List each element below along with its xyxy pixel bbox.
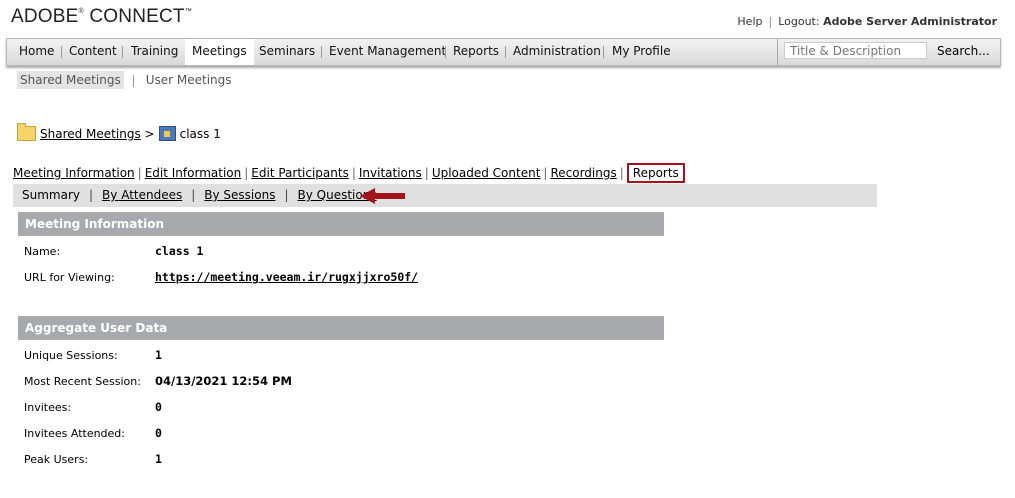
invitees-attended-label: Invitees Attended: (24, 427, 125, 440)
invitees-attended-value: 0 (155, 426, 162, 440)
most-recent-session-value: 04/13/2021 12:54 PM (155, 374, 292, 388)
nav-separator (505, 46, 506, 58)
tab-recordings[interactable]: Recordings (550, 166, 616, 180)
report-tab-summary[interactable]: Summary (22, 188, 80, 202)
nav-training[interactable]: Training (131, 39, 178, 65)
unique-sessions-value: 1 (155, 348, 162, 362)
nav-administration[interactable]: Administration (513, 39, 601, 65)
meetings-subnav: Shared Meetings User Meetings (17, 71, 235, 89)
tab-edit-participants[interactable]: Edit Participants (251, 166, 349, 180)
tab-separator: | (351, 166, 356, 180)
most-recent-session-label: Most Recent Session: (24, 375, 141, 388)
help-link[interactable]: Help (737, 15, 762, 28)
nav-home[interactable]: Home (19, 39, 54, 65)
brand-tm: ™ (184, 8, 192, 15)
tab-separator: | (543, 166, 548, 180)
unique-sessions-label: Unique Sessions: (24, 349, 118, 362)
subnav-user-meetings[interactable]: User Meetings (143, 71, 235, 89)
invitees-label: Invitees: (24, 401, 72, 414)
brand-name: ADOBE (11, 6, 79, 27)
tab-separator: | (137, 166, 142, 180)
tab-meeting-information[interactable]: Meeting Information (13, 166, 135, 180)
report-tab-by-attendees[interactable]: By Attendees (102, 188, 182, 202)
name-label: Name: (24, 245, 61, 258)
nav-content[interactable]: Content (69, 39, 117, 65)
tab-uploaded-content[interactable]: Uploaded Content (432, 166, 541, 180)
report-tabs-bar: Summary | By Attendees | By Sessions | By Ques… (13, 184, 877, 207)
url-link[interactable]: https://meeting.veeam.ir/rugxjjxro50f/ (155, 270, 418, 284)
nav-meetings[interactable]: Meetings (185, 39, 254, 65)
breadcrumb-separator: > (144, 127, 155, 141)
meeting-tabs: Meeting Information | Edit Information | Edi… (13, 163, 685, 183)
brand-product: CONNECT (89, 6, 185, 27)
peak-users-label: Peak Users: (24, 453, 89, 466)
url-label: URL for Viewing: (24, 271, 115, 284)
main-navigation: Home Content Training Meetings Seminars … (6, 38, 1001, 66)
nav-reports[interactable]: Reports (453, 39, 499, 65)
tab-separator: | (244, 166, 249, 180)
search-input[interactable]: Title & Description (784, 42, 927, 59)
current-user: Adobe Server Administrator (823, 15, 997, 28)
nav-my-profile[interactable]: My Profile (612, 39, 671, 65)
nav-divider (777, 39, 778, 65)
meeting-information-header: Meeting Information (18, 212, 664, 236)
folder-icon (17, 123, 36, 141)
tab-reports[interactable]: Reports (626, 163, 685, 183)
search-button[interactable]: Search... (937, 39, 990, 65)
report-tab-separator: | (89, 188, 94, 202)
logout-link[interactable]: Logout: (778, 15, 819, 28)
report-tab-by-sessions[interactable]: By Sessions (204, 188, 275, 202)
breadcrumb-current: class 1 (179, 127, 221, 141)
breadcrumb-shared-meetings[interactable]: Shared Meetings (40, 127, 141, 141)
breadcrumb: Shared Meetings > class 1 (17, 123, 221, 142)
tab-separator: | (424, 166, 429, 180)
meeting-icon (158, 126, 176, 141)
subnav-separator (132, 74, 134, 87)
subnav-shared-meetings[interactable]: Shared Meetings (17, 71, 124, 89)
tab-edit-information[interactable]: Edit Information (145, 166, 242, 180)
report-tab-separator: | (284, 188, 289, 202)
nav-separator (603, 46, 604, 58)
report-tabs: Summary | By Attendees | By Sessions | By Ques… (22, 188, 377, 202)
invitees-value: 0 (155, 400, 162, 414)
top-links: Help | Logout: Adobe Server Administrator (737, 15, 997, 28)
report-tab-separator: | (191, 188, 196, 202)
top-links-separator: | (768, 15, 773, 28)
nav-seminars[interactable]: Seminars (259, 39, 315, 65)
nav-separator (321, 46, 322, 58)
brand-reg: ® (78, 8, 84, 15)
adobe-connect-logo: ADOBE® CONNECT™ (11, 6, 192, 28)
nav-event-management[interactable]: Event Management (329, 39, 446, 65)
tab-separator: | (619, 166, 624, 180)
peak-users-value: 1 (155, 452, 162, 466)
name-value: class 1 (155, 244, 204, 258)
nav-separator (445, 46, 446, 58)
left-arrow-icon (360, 188, 405, 204)
nav-separator (61, 46, 62, 58)
tab-invitations[interactable]: Invitations (359, 166, 422, 180)
nav-separator (122, 46, 123, 58)
aggregate-user-data-header: Aggregate User Data (18, 316, 664, 340)
